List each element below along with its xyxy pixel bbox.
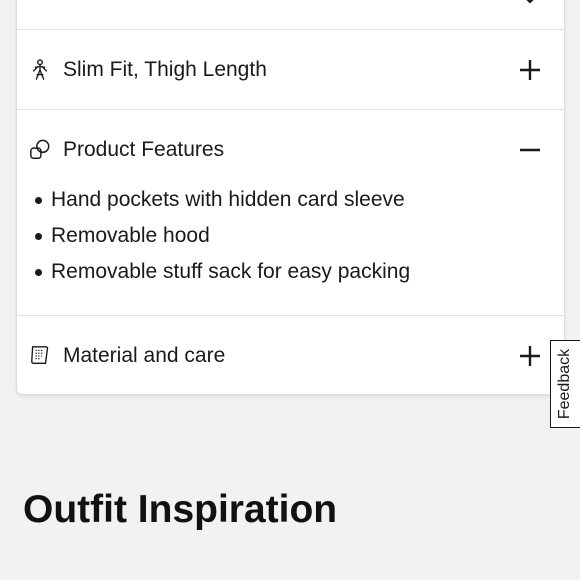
accordion-row-material[interactable]: Material and care (17, 316, 564, 395)
shapes-icon (30, 139, 50, 159)
list-item: Removable stuff sack for easy packing (29, 254, 410, 290)
accordion-row-partial[interactable] (17, 0, 564, 30)
accordion-label-material: Material and care (63, 344, 226, 367)
feedback-button[interactable]: Feedback (550, 340, 580, 428)
list-item: Hand pockets with hidden card sleeve (29, 182, 410, 218)
list-item: Removable hood (29, 218, 410, 254)
section-title-outfit-inspiration: Outfit Inspiration (23, 488, 338, 531)
person-fit-icon (32, 59, 48, 80)
product-details-accordion: Slim Fit, Thigh Length Product Features … (16, 0, 565, 395)
features-list: Hand pockets with hidden card sleeve Rem… (29, 182, 410, 290)
accordion-label-features: Product Features (63, 138, 225, 161)
plus-icon[interactable] (518, 344, 542, 368)
minus-icon[interactable] (518, 138, 542, 162)
chevron-down-icon[interactable] (518, 0, 542, 14)
plus-icon[interactable] (518, 58, 542, 82)
accordion-label-fit: Slim Fit, Thigh Length (63, 58, 267, 81)
fabric-tag-icon (31, 346, 49, 364)
accordion-row-fit[interactable]: Slim Fit, Thigh Length (17, 30, 564, 110)
feedback-label: Feedback (556, 348, 574, 420)
